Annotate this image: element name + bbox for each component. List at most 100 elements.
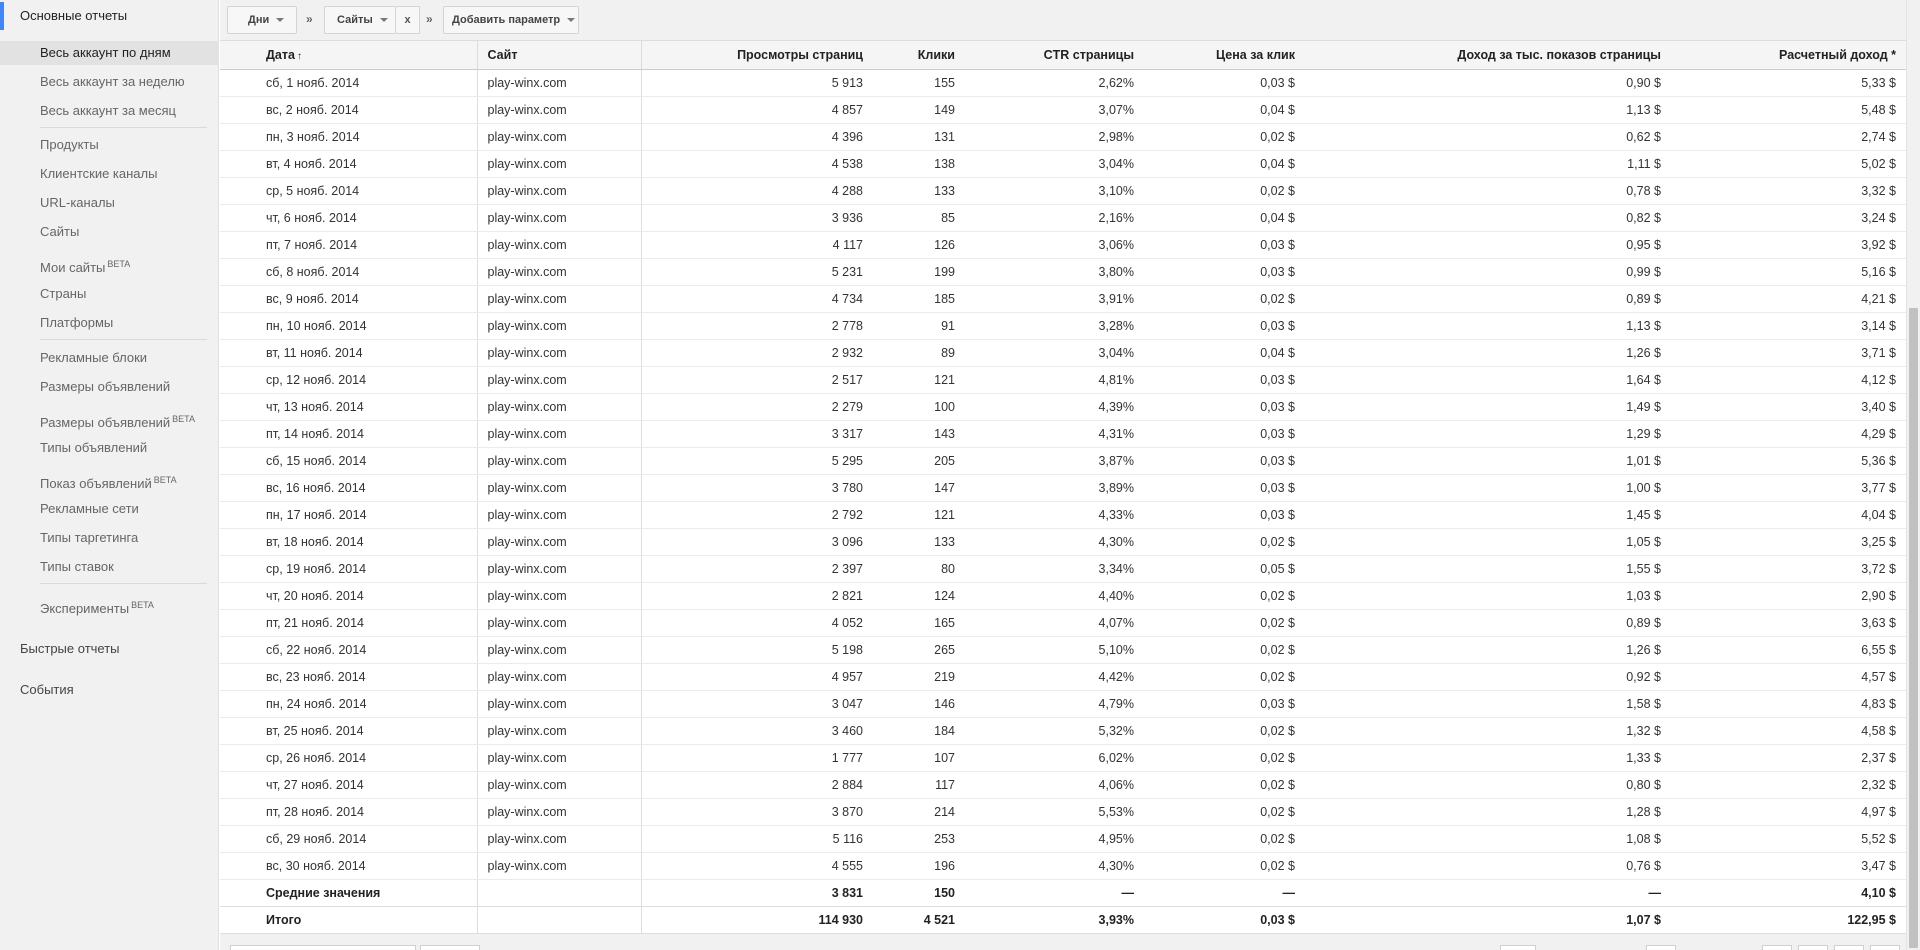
sidebar-item-targeting-types[interactable]: Типы таргетинга	[0, 526, 219, 550]
sidebar-item-bid-types[interactable]: Типы ставок	[0, 555, 219, 579]
column-header-date[interactable]: Дата ↑	[220, 41, 478, 70]
cell-date: вт, 11 нояб. 2014	[220, 339, 478, 367]
sidebar-item-label: Мои сайты	[40, 260, 106, 275]
table-row: сб, 8 нояб. 2014 play-winx.com 5 231 199 3,8…	[220, 258, 1906, 286]
cell-clicks: 107	[873, 744, 965, 772]
cell-cpc: 0,03 $	[1144, 366, 1305, 394]
cell-clicks: 253	[873, 825, 965, 853]
sidebar-item-sites[interactable]: Сайты	[0, 220, 219, 244]
cell-ctr: 3,04%	[965, 339, 1144, 367]
sidebar-item-account-by-days[interactable]: Весь аккаунт по дням	[0, 41, 219, 65]
add-parameter-dropdown[interactable]: Добавить параметр	[443, 6, 579, 34]
vertical-scrollbar[interactable]	[1906, 0, 1920, 950]
remove-dimension-button[interactable]: x	[396, 6, 420, 34]
cell-rpm: 1,05 $	[1305, 528, 1671, 556]
pagination-button[interactable]	[1834, 945, 1864, 950]
column-header-rpm[interactable]: Доход за тыс. показов страницы	[1305, 41, 1671, 70]
cell-ctr: 4,07%	[965, 609, 1144, 637]
cell-pageviews: 5 913	[641, 69, 873, 97]
sidebar-item-ad-units[interactable]: Рекламные блоки	[0, 346, 219, 370]
cell-ctr: 2,16%	[965, 204, 1144, 232]
cell-date: вс, 16 нояб. 2014	[220, 474, 478, 502]
scrollbar-thumb[interactable]	[1909, 308, 1918, 948]
sidebar-item-label: Типы таргетинга	[40, 530, 139, 545]
cell-ctr: 4,42%	[965, 663, 1144, 691]
footer-control[interactable]	[420, 945, 480, 950]
footer-control[interactable]	[230, 945, 416, 950]
sidebar-item-platforms[interactable]: Платформы	[0, 311, 219, 335]
cell-site: play-winx.com	[477, 123, 642, 151]
cell-date: пт, 14 нояб. 2014	[220, 420, 478, 448]
dimension-dropdown[interactable]: Сайты	[324, 6, 396, 34]
cell-date: ср, 12 нояб. 2014	[220, 366, 478, 394]
pagination-input[interactable]	[1500, 945, 1536, 950]
sidebar-item-label: Эксперименты	[40, 601, 130, 616]
cell-estimated-earnings: 2,90 $	[1671, 582, 1906, 610]
table-row: сб, 29 нояб. 2014 play-winx.com 5 116 253 4,…	[220, 825, 1906, 853]
cell-cpc: 0,03 $	[1144, 501, 1305, 529]
cell-pageviews: 5 116	[641, 825, 873, 853]
cell-estimated-earnings: 4,83 $	[1671, 690, 1906, 718]
sidebar-item-account-by-month[interactable]: Весь аккаунт за месяц	[0, 99, 219, 123]
cell-site: play-winx.com	[477, 744, 642, 772]
table-body: сб, 1 нояб. 2014 play-winx.com 5 913 155 2,6…	[220, 69, 1906, 934]
pagination-button[interactable]	[1646, 945, 1676, 950]
cell-rpm: 1,03 $	[1305, 582, 1671, 610]
sidebar-item-experiments[interactable]: Эксперименты BETA	[0, 593, 219, 617]
cell-rpm: 0,92 $	[1305, 663, 1671, 691]
sidebar-item-url-channels[interactable]: URL-каналы	[0, 191, 219, 215]
cell-ctr: 3,87%	[965, 447, 1144, 475]
sidebar-item-ad-networks[interactable]: Рекламные сети	[0, 497, 219, 521]
sidebar-item-my-sites[interactable]: Мои сайты BETA	[0, 252, 219, 276]
sidebar-section-events[interactable]: События	[0, 676, 219, 704]
sidebar-item-products[interactable]: Продукты	[0, 133, 219, 157]
cell-pageviews: 2 884	[641, 771, 873, 799]
cell-rpm: 0,78 $	[1305, 177, 1671, 205]
column-header-pageviews[interactable]: Просмотры страниц	[641, 41, 873, 70]
period-dropdown[interactable]: Дни	[227, 6, 297, 34]
sidebar-item-custom-channels[interactable]: Клиентские каналы	[0, 162, 219, 186]
cell-rpm: 1,00 $	[1305, 474, 1671, 502]
cell-site: play-winx.com	[477, 366, 642, 394]
cell-site: play-winx.com	[477, 420, 642, 448]
sidebar-item-account-by-week[interactable]: Весь аккаунт за неделю	[0, 70, 219, 94]
sidebar: Основные отчеты Весь аккаунт по дням Вес…	[0, 0, 219, 950]
table-row: вт, 25 нояб. 2014 play-winx.com 3 460 184 5,…	[220, 717, 1906, 745]
pagination-button[interactable]	[1762, 945, 1792, 950]
sidebar-item-ad-sizes[interactable]: Размеры объявлений	[0, 375, 219, 399]
cell-pageviews: 4 117	[641, 231, 873, 259]
sidebar-item-ad-sizes-beta[interactable]: Размеры объявлений BETA	[0, 407, 219, 431]
column-header-ctr[interactable]: CTR страницы	[965, 41, 1144, 70]
sidebar-item-countries[interactable]: Страны	[0, 282, 219, 306]
column-header-clicks[interactable]: Клики	[873, 41, 965, 70]
sidebar-item-label: Размеры объявлений	[40, 379, 171, 394]
cell-cpc: 0,03 $	[1144, 258, 1305, 286]
column-header-cpc[interactable]: Цена за клик	[1144, 41, 1305, 70]
beta-badge: BETA	[107, 259, 131, 269]
cell-site: play-winx.com	[477, 258, 642, 286]
cell-date: вт, 25 нояб. 2014	[220, 717, 478, 745]
sidebar-item-label: Рекламные блоки	[40, 350, 148, 365]
sidebar-section-main-reports[interactable]: Основные отчеты	[0, 2, 219, 30]
sidebar-item-label: Размеры объявлений	[40, 415, 171, 430]
cell-rpm: 1,58 $	[1305, 690, 1671, 718]
column-header-site[interactable]: Сайт	[477, 41, 642, 70]
cell-site: play-winx.com	[477, 771, 642, 799]
cell-clicks: 124	[873, 582, 965, 610]
cell-ctr: 6,02%	[965, 744, 1144, 772]
sidebar-item-ad-serving[interactable]: Показ объявлений BETA	[0, 468, 219, 492]
chevron-down-icon	[567, 18, 576, 23]
pagination-button[interactable]	[1870, 945, 1900, 950]
cell-ctr: 3,34%	[965, 555, 1144, 583]
cell-clicks: 219	[873, 663, 965, 691]
pagination-button[interactable]	[1798, 945, 1828, 950]
sidebar-item-ad-types[interactable]: Типы объявлений	[0, 436, 219, 460]
cell-date: вт, 4 нояб. 2014	[220, 150, 478, 178]
cell-date: пт, 7 нояб. 2014	[220, 231, 478, 259]
sidebar-section-quick-reports[interactable]: Быстрые отчеты	[0, 635, 219, 663]
cell-rpm: 1,08 $	[1305, 825, 1671, 853]
period-dropdown-label: Дни	[248, 14, 270, 26]
cell-clicks: 185	[873, 285, 965, 313]
column-header-estimated-earnings[interactable]: Расчетный доход *	[1671, 41, 1906, 70]
cell-rpm: 1,26 $	[1305, 636, 1671, 664]
